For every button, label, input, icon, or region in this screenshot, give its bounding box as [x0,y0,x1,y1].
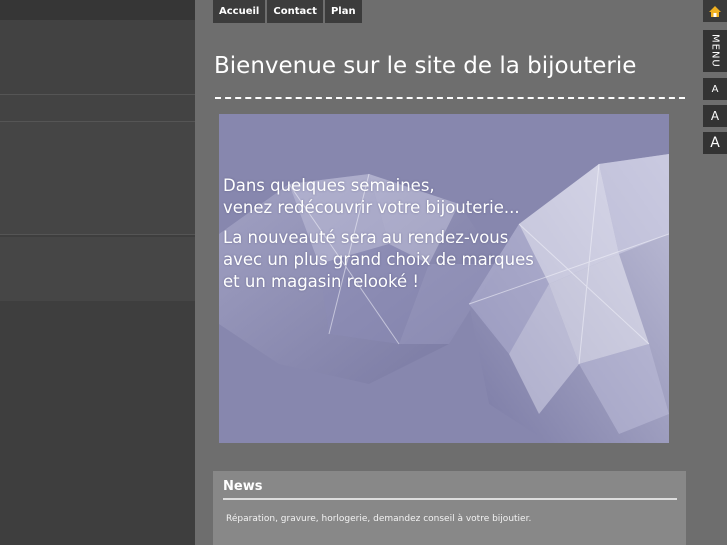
font-size-small-button[interactable]: A [703,78,727,100]
news-item[interactable]: Réparation, gravure, horlogerie, demande… [226,514,531,524]
home-icon [709,5,721,17]
menu-button[interactable]: MENU [703,30,727,72]
title-divider [215,97,685,99]
sidebar-divider [0,234,195,235]
nav-plan[interactable]: Plan [324,0,362,23]
hero-banner: Dans quelques semaines, venez redécouvri… [219,114,669,443]
nav-accueil[interactable]: Accueil [213,0,266,23]
news-panel: News Réparation, gravure, horlogerie, de… [213,471,686,545]
page-title: Bienvenue sur le site de la bijouterie [214,53,637,79]
hero-text: Dans quelques semaines, venez redécouvri… [223,175,534,301]
font-small-label: A [711,83,719,95]
sidebar-item-2[interactable] [0,95,195,121]
font-medium-label: A [710,109,720,123]
news-title: News [223,479,263,494]
hero-line: et un magasin relooké ! [223,272,420,291]
sidebar-item-3[interactable] [0,122,195,234]
hero-line: Dans quelques semaines, [223,176,435,195]
hero-line: venez redécouvrir votre bijouterie... [223,198,520,217]
font-size-large-button[interactable]: A [703,132,727,154]
font-size-medium-button[interactable]: A [703,105,727,127]
nav-contact[interactable]: Contact [267,0,323,23]
sidebar-item-4[interactable] [0,237,195,301]
top-navigation: Accueil Contact Plan [213,0,364,23]
hero-line: La nouveauté sera au rendez-vous [223,228,509,247]
sidebar-item-1[interactable] [0,20,195,94]
hero-line: avec un plus grand choix de marques [223,250,534,269]
left-sidebar [0,0,195,545]
news-divider [223,498,677,500]
font-large-label: A [710,135,720,151]
home-button[interactable] [703,0,727,22]
menu-label: MENU [709,34,721,68]
sidebar-top-band [0,0,195,20]
